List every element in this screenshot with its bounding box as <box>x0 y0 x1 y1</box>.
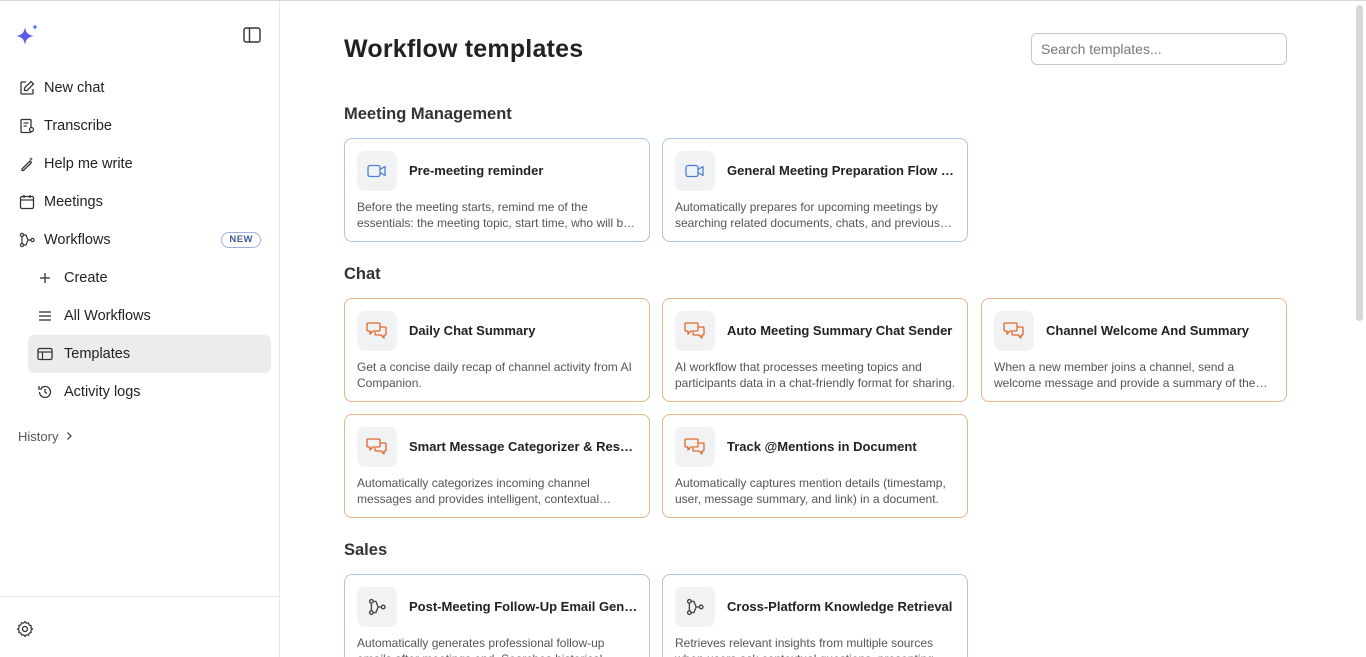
template-card-title: Pre-meeting reminder <box>409 163 544 178</box>
template-card-title: Post-Meeting Follow-Up Email Generator <box>409 599 639 614</box>
template-card-title: Track @Mentions in Document <box>727 439 917 454</box>
scrollbar[interactable] <box>1353 1 1366 657</box>
sidebar-item-label: Workflows <box>44 232 111 248</box>
gear-icon[interactable] <box>16 620 34 638</box>
template-card-description: Retrieves relevant insights from multipl… <box>675 636 934 657</box>
sidebar-item-transcribe[interactable]: Transcribe <box>0 107 280 145</box>
template-card-title: Cross-Platform Knowledge Retrieval <box>727 599 953 614</box>
template-card[interactable]: Pre-meeting reminder Before the meeting s… <box>344 138 650 242</box>
section-meeting-management-title: Meeting Management <box>344 105 512 123</box>
template-card[interactable]: General Meeting Preparation Flow with Do… <box>662 138 968 242</box>
sidebar-item-activity-logs[interactable]: Activity logs <box>0 373 280 411</box>
sidebar-item-label: Activity logs <box>64 384 141 400</box>
list-icon <box>36 307 54 325</box>
video-icon <box>357 151 397 191</box>
sidebar-item-label: All Workflows <box>64 308 151 324</box>
sidebar-item-label: Transcribe <box>44 118 112 134</box>
template-card[interactable]: Auto Meeting Summary Chat Sender AI workf… <box>662 298 968 402</box>
template-card-description: Automatically captures mention details (… <box>675 476 946 506</box>
template-card-title: Channel Welcome And Summary <box>1046 323 1249 338</box>
template-card-title: General Meeting Preparation Flow with Do… <box>727 163 957 178</box>
template-card[interactable]: Daily Chat Summary Get a concise daily re… <box>344 298 650 402</box>
chat-icon <box>994 311 1034 351</box>
template-icon <box>36 345 54 363</box>
chat-icon <box>675 427 715 467</box>
template-card[interactable]: Channel Welcome And Summary When a new me… <box>981 298 1287 402</box>
template-card-title: Daily Chat Summary <box>409 323 536 338</box>
template-card-description: Automatically prepares for upcoming meet… <box>675 200 940 230</box>
sidebar-item-label: Meetings <box>44 194 103 210</box>
template-card-description: Automatically categorizes incoming chann… <box>357 476 600 506</box>
template-card-title: Smart Message Categorizer & Responder <box>409 439 639 454</box>
chat-icon <box>357 427 397 467</box>
template-card[interactable]: Cross-Platform Knowledge Retrieval Retrie… <box>662 574 968 657</box>
scrollbar-thumb[interactable] <box>1356 5 1363 321</box>
transcribe-icon <box>18 117 36 135</box>
template-card-title: Auto Meeting Summary Chat Sender <box>727 323 953 338</box>
template-card[interactable]: Track @Mentions in Document Automatically… <box>662 414 968 518</box>
sidebar-item-help-me-write[interactable]: Help me write <box>0 145 280 183</box>
sidebar: New chat Transcribe Help me write Meetin… <box>0 1 280 657</box>
page-title: Workflow templates <box>344 35 584 63</box>
new-badge: NEW <box>221 232 261 248</box>
search-input[interactable] <box>1031 33 1287 65</box>
sidebar-nav: New chat Transcribe Help me write Meetin… <box>0 69 280 411</box>
sidebar-item-all-workflows[interactable]: All Workflows <box>0 297 280 335</box>
sidebar-footer <box>0 596 280 657</box>
template-card-description: Get a concise daily recap of channel act… <box>357 360 632 390</box>
collapse-sidebar-icon[interactable] <box>243 27 263 45</box>
sidebar-item-meetings[interactable]: Meetings <box>0 183 280 221</box>
edit-icon <box>18 79 36 97</box>
sidebar-item-templates[interactable]: Templates <box>28 335 271 373</box>
calendar-icon <box>18 193 36 211</box>
history-icon <box>36 383 54 401</box>
main-content: Workflow templates Meeting Management Pre… <box>281 1 1353 657</box>
section-sales-title: Sales <box>344 541 388 559</box>
chevron-right-icon <box>64 429 74 444</box>
sidebar-item-create[interactable]: Create <box>0 259 280 297</box>
ai-companion-logo-icon[interactable] <box>14 23 40 49</box>
workflow-icon <box>675 587 715 627</box>
sidebar-item-new-chat[interactable]: New chat <box>0 69 280 107</box>
template-card-description: When a new member joins a channel, send … <box>994 360 1256 390</box>
workflow-icon <box>357 587 397 627</box>
template-card-description: AI workflow that processes meeting topic… <box>675 360 956 390</box>
template-card[interactable]: Post-Meeting Follow-Up Email Generator Au… <box>344 574 650 657</box>
chat-icon <box>675 311 715 351</box>
template-card-description: Automatically generates professional fol… <box>357 636 605 657</box>
sidebar-item-workflows[interactable]: Workflows NEW <box>0 221 280 259</box>
sidebar-item-label: New chat <box>44 80 105 96</box>
workflow-icon <box>18 231 36 249</box>
sidebar-item-label: Templates <box>64 346 131 362</box>
chat-icon <box>357 311 397 351</box>
history-label: History <box>18 429 59 444</box>
history-toggle[interactable]: History <box>18 429 74 444</box>
template-card-description: Before the meeting starts, remind me of … <box>357 200 630 230</box>
section-chat-title: Chat <box>344 265 381 283</box>
sidebar-item-label: Create <box>64 270 108 286</box>
video-icon <box>675 151 715 191</box>
template-card[interactable]: Smart Message Categorizer & Responder Aut… <box>344 414 650 518</box>
plus-icon <box>36 269 54 287</box>
magic-pen-icon <box>18 155 36 173</box>
sidebar-item-label: Help me write <box>44 156 133 172</box>
